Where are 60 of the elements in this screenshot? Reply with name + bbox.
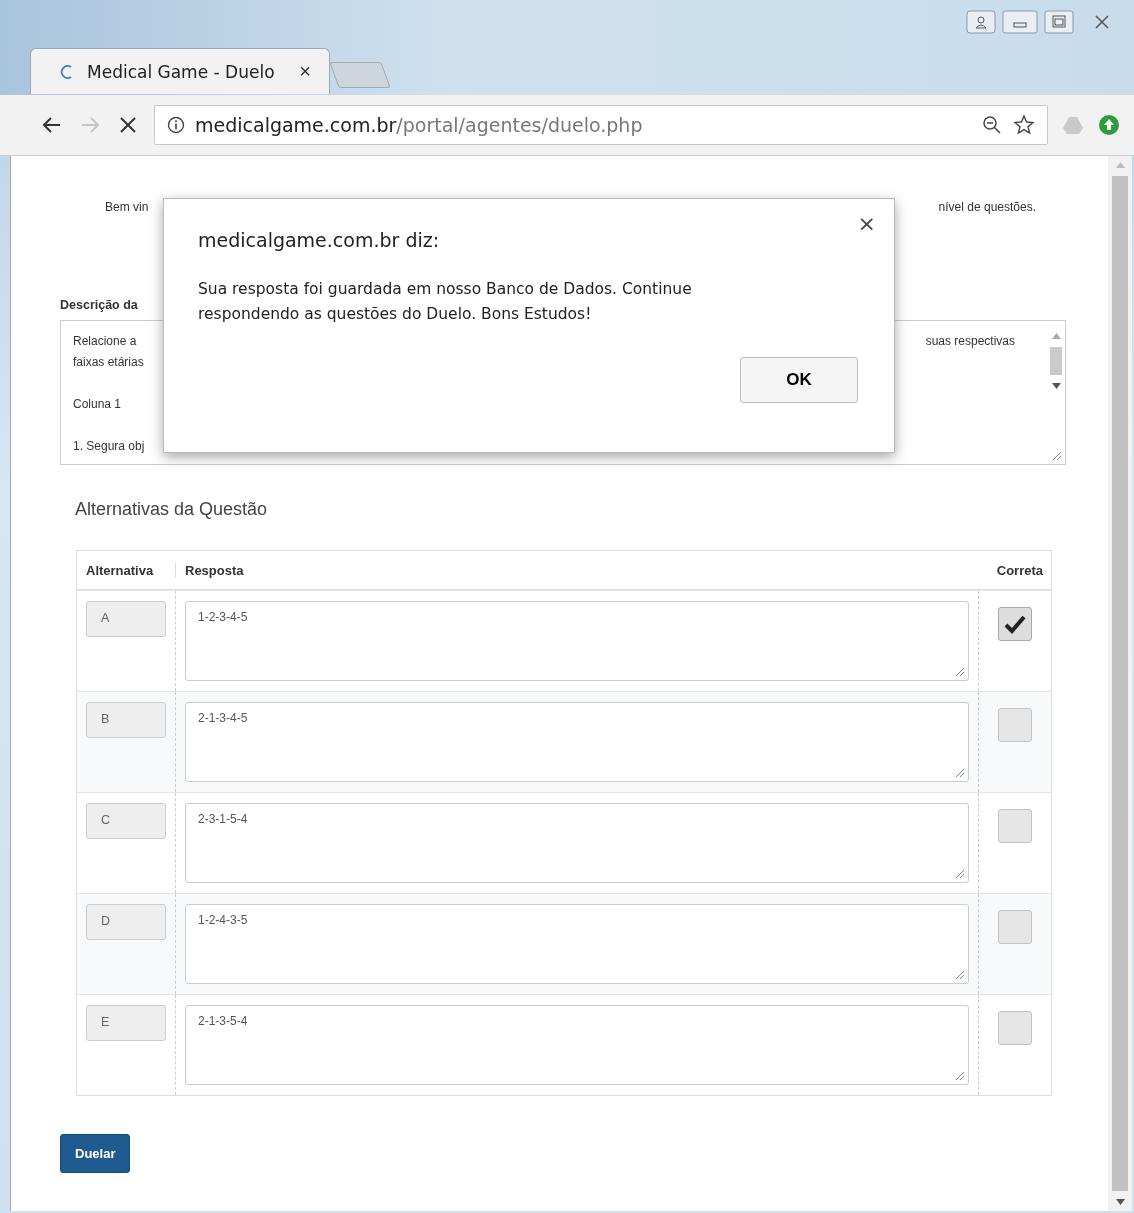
intro-text: Bem vin (105, 200, 149, 214)
checkbox[interactable] (998, 910, 1032, 944)
scrollbar-thumb[interactable] (1050, 347, 1062, 375)
intro-text: nível de questões. (938, 200, 1036, 214)
checkbox[interactable] (998, 708, 1032, 742)
resize-grip-icon (1052, 451, 1062, 461)
letter-field: C (86, 803, 166, 839)
checkbox[interactable] (998, 607, 1032, 641)
resize-grip-icon (955, 768, 965, 778)
resize-grip-icon (955, 1071, 965, 1081)
letter-field: E (86, 1005, 166, 1041)
maximize-icon[interactable] (1044, 10, 1074, 34)
new-tab-button[interactable] (329, 62, 391, 88)
user-icon[interactable] (966, 10, 996, 34)
browser-tab[interactable]: Medical Game - Duelo × (30, 48, 330, 94)
answer-field[interactable]: 2-1-3-4-5 (185, 702, 969, 782)
column-header: Resposta (175, 562, 979, 578)
description-text: Coluna 1 (73, 396, 122, 413)
resize-grip-icon (955, 869, 965, 879)
scroll-up-icon[interactable] (1051, 333, 1061, 339)
resize-grip-icon (955, 970, 965, 980)
star-icon (1013, 114, 1035, 136)
description-label: Descrição da (60, 298, 139, 312)
minimize-icon[interactable] (1002, 10, 1038, 34)
checkbox[interactable] (998, 1011, 1032, 1045)
answer-field[interactable]: 2-1-3-5-4 (185, 1005, 969, 1085)
drive-icon[interactable] (1062, 115, 1084, 135)
letter-field: B (86, 702, 166, 738)
url-text: medicalgame.com.br/portal/agentes/duelo.php (195, 114, 644, 136)
upload-icon[interactable] (1098, 114, 1120, 136)
info-icon (167, 116, 185, 134)
letter-field: A (86, 601, 166, 637)
checkbox[interactable] (998, 809, 1032, 843)
scroll-up-icon[interactable] (1115, 162, 1125, 168)
scroll-down-icon[interactable] (1051, 383, 1061, 389)
description-text: faixas etárias (73, 354, 144, 371)
scrollbar-thumb[interactable] (1112, 176, 1128, 1191)
dialog-message: Sua resposta foi guardada em nosso Banco de Dados. Continue respondendo as questões do Duelo. Bons Estudos! (198, 279, 693, 325)
scroll-down-icon[interactable] (1115, 1199, 1125, 1205)
column-header: Correta (995, 562, 1044, 578)
tab-title: Medical Game - Duelo (87, 61, 276, 82)
answer-field[interactable]: 2-3-1-5-4 (185, 803, 969, 883)
dialog-title: medicalgame.com.br diz: (198, 229, 441, 251)
answer-field[interactable]: 1-2-3-4-5 (185, 601, 969, 681)
description-text: Relacione a (73, 333, 137, 350)
column-header: Alternativa (85, 562, 155, 578)
description-text: suas respectivas (925, 333, 1015, 350)
scrollbar[interactable] (1108, 156, 1132, 1211)
duelar-button[interactable]: Duelar (60, 1134, 131, 1173)
checkmark-icon (1004, 614, 1026, 634)
answer-field[interactable]: 1-2-4-3-5 (185, 904, 969, 984)
zoom-out-icon (981, 114, 1003, 136)
section-title: Alternativas da Questão (75, 499, 269, 520)
letter-field: D (86, 904, 166, 940)
resize-grip-icon (955, 667, 965, 677)
close-button[interactable]: × (857, 211, 876, 236)
description-text: 1. Segura obj (73, 438, 145, 455)
tab-close-button[interactable]: × (299, 60, 311, 83)
ok-button[interactable]: OK (740, 357, 858, 403)
address-bar[interactable]: medicalgame.com.br/portal/agentes/duelo.php (154, 105, 1048, 145)
